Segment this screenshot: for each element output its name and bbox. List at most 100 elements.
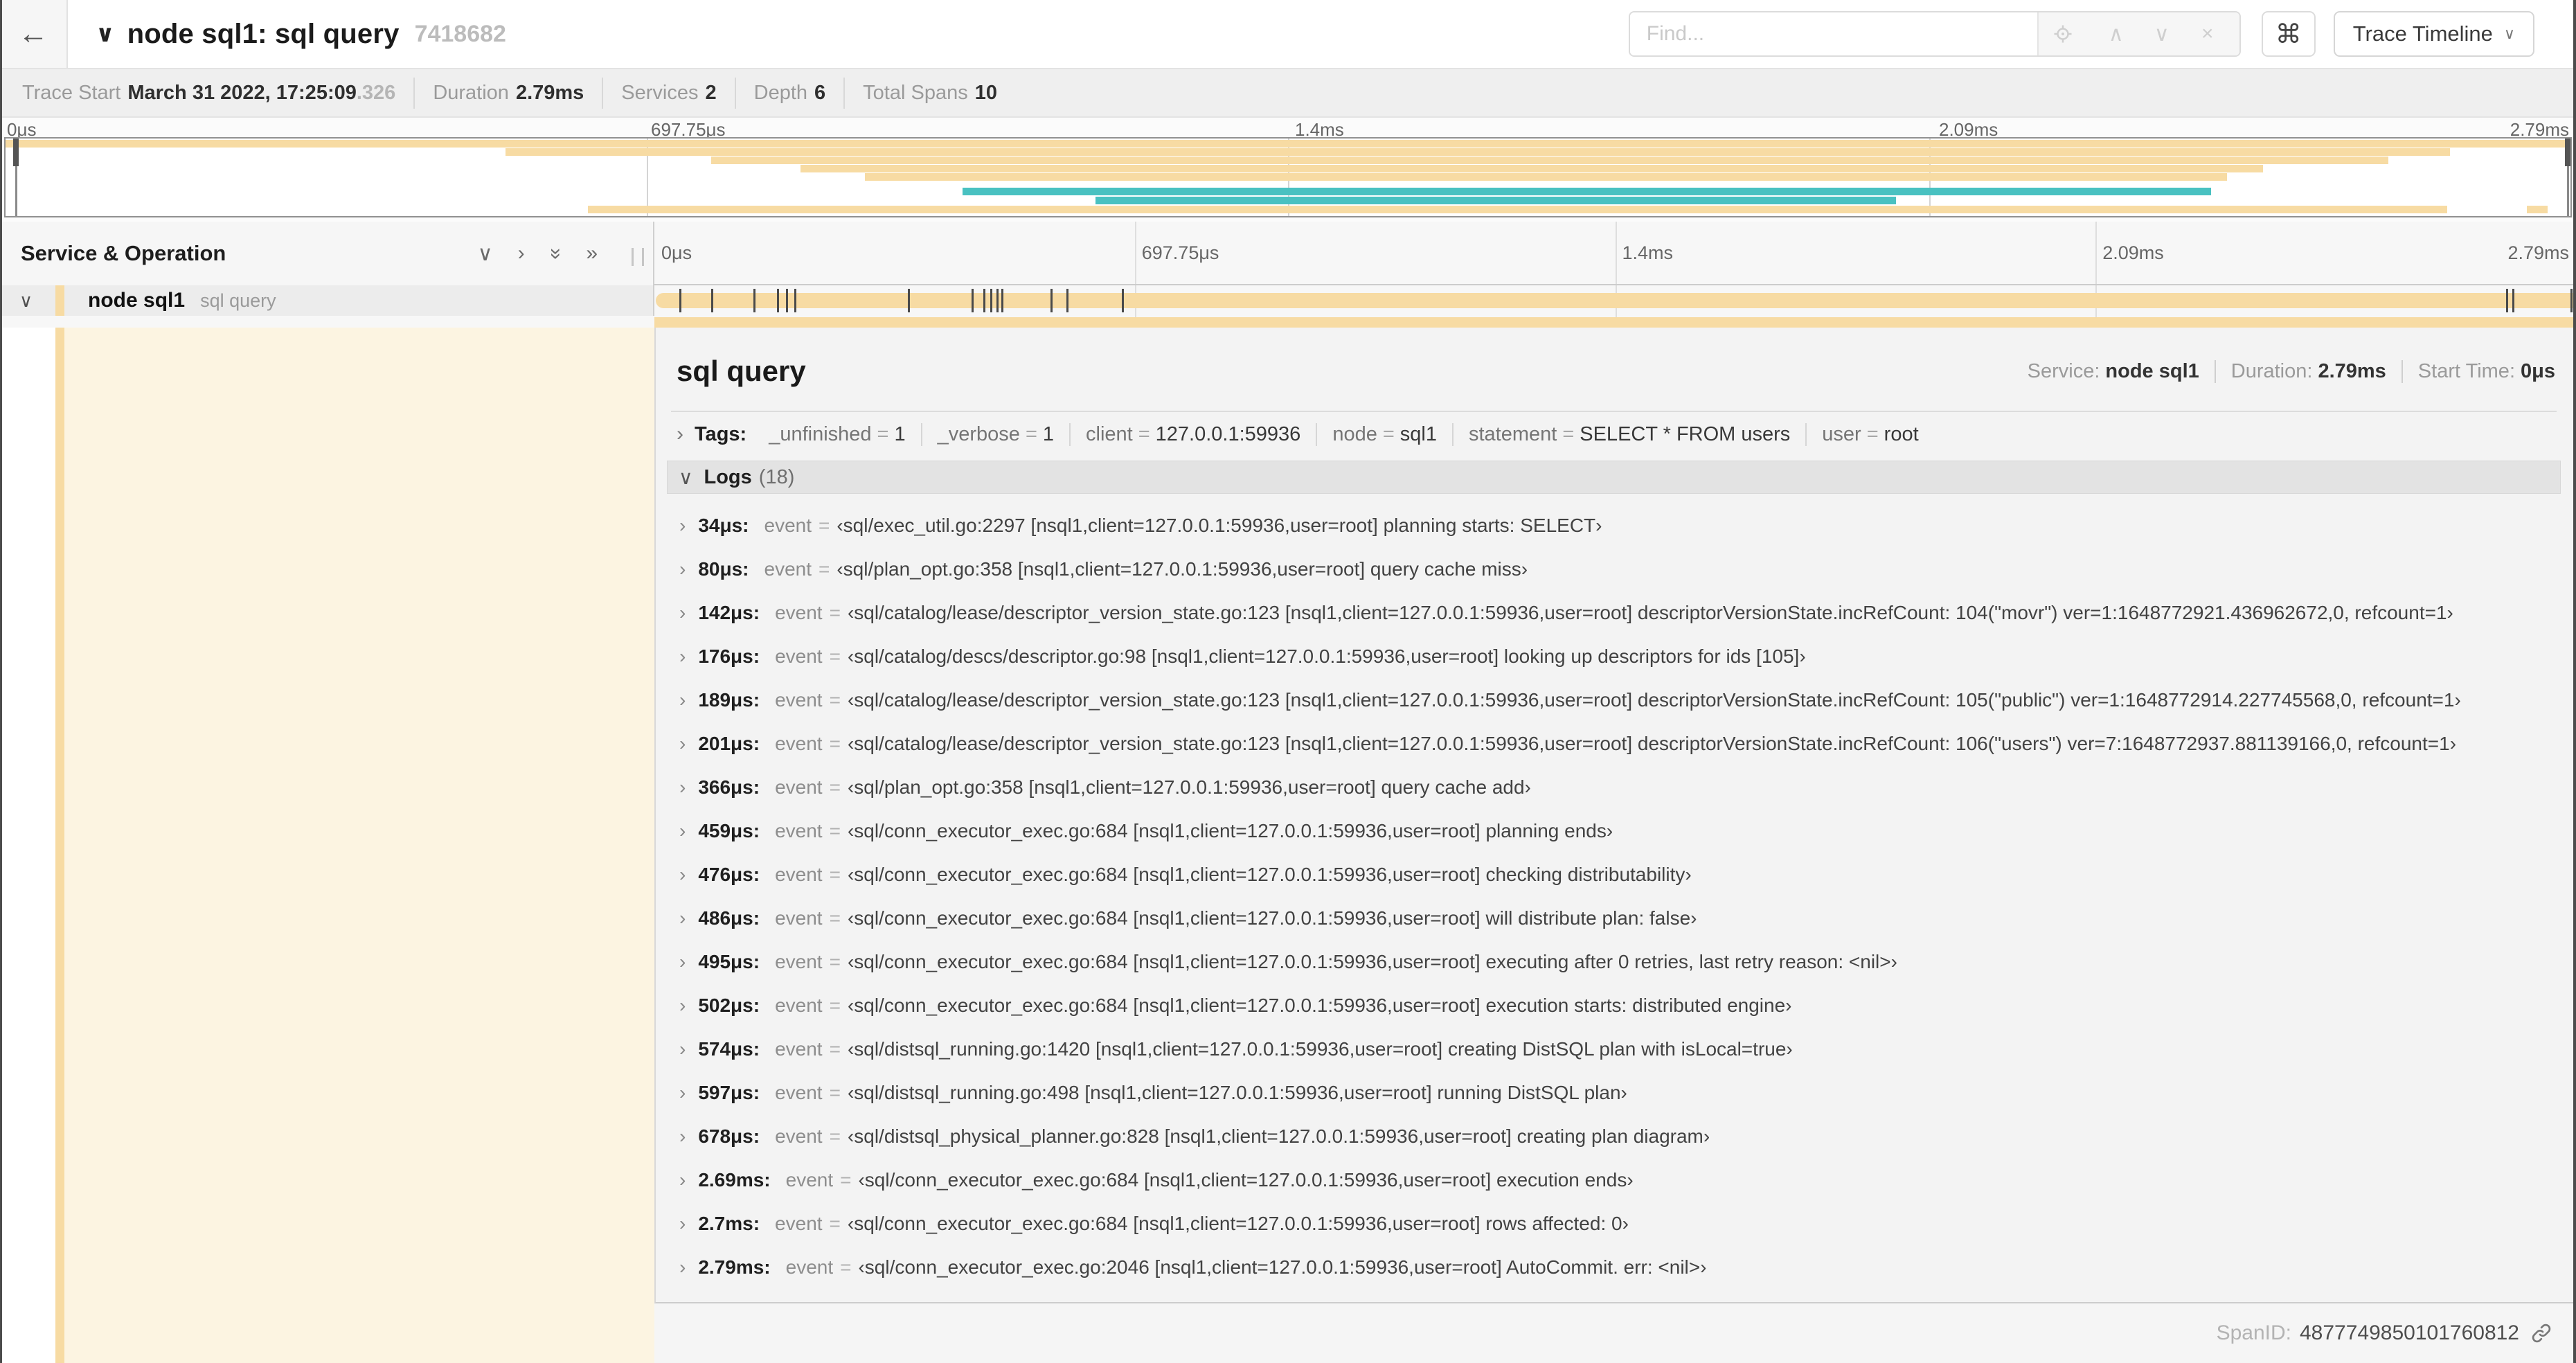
tag-value: 1 bbox=[1042, 422, 1055, 445]
window-right-scrollbar[interactable] bbox=[2573, 0, 2576, 1363]
find-clear-icon[interactable]: × bbox=[2190, 22, 2226, 46]
column-resizer-grip[interactable] bbox=[632, 248, 644, 266]
log-event-tick[interactable] bbox=[2570, 289, 2573, 312]
info-value: 10 bbox=[974, 81, 997, 104]
log-field-name: event bbox=[775, 645, 823, 667]
log-event-tick[interactable] bbox=[1122, 289, 1125, 312]
minimap-span-bar[interactable] bbox=[506, 148, 2450, 156]
trace-collapse-chevron-icon[interactable]: ∨ bbox=[96, 20, 115, 48]
log-timestamp: 2.79ms: bbox=[698, 1256, 771, 1278]
span-meta-item: Duration: 2.79ms bbox=[2214, 359, 2401, 383]
info-value-suffix: .326 bbox=[356, 81, 396, 104]
equals-sign: = bbox=[829, 1037, 841, 1060]
log-row[interactable]: › 80μs: event = ‹sql/plan_opt.go:358 [ns… bbox=[667, 547, 2561, 591]
log-rows: › 34μs: event = ‹sql/exec_util.go:2297 [… bbox=[667, 504, 2561, 1289]
span-duration-bar[interactable] bbox=[656, 289, 2575, 312]
collapse-all-icon[interactable]: » bbox=[543, 248, 567, 260]
log-event-tick[interactable] bbox=[785, 289, 788, 312]
log-event-tick[interactable] bbox=[1001, 289, 1003, 312]
log-row[interactable]: › 495μs: event = ‹sql/conn_executor_exec… bbox=[667, 940, 2561, 983]
log-row[interactable]: › 366μs: event = ‹sql/plan_opt.go:358 [n… bbox=[667, 765, 2561, 809]
log-event-tick[interactable] bbox=[996, 289, 999, 312]
log-row[interactable]: › 678μs: event = ‹sql/distsql_physical_p… bbox=[667, 1114, 2561, 1158]
log-timestamp: 495μs: bbox=[698, 950, 760, 972]
log-row[interactable]: › 476μs: event = ‹sql/conn_executor_exec… bbox=[667, 853, 2561, 896]
log-field-name: event bbox=[785, 1256, 834, 1278]
tag-item: _verbose = 1 bbox=[920, 422, 1069, 446]
span-detail-bar[interactable] bbox=[654, 317, 2576, 328]
deep-link-icon[interactable] bbox=[2530, 1322, 2552, 1344]
log-row[interactable]: › 34μs: event = ‹sql/exec_util.go:2297 [… bbox=[667, 504, 2561, 547]
log-event-tick[interactable] bbox=[2505, 289, 2508, 312]
minimap-span-bar[interactable] bbox=[962, 188, 2212, 195]
span-row-name-cell[interactable]: ∨ node sql1 sql query bbox=[0, 285, 654, 316]
log-event-tick[interactable] bbox=[1066, 289, 1068, 312]
log-row[interactable]: › 189μs: event = ‹sql/catalog/lease/desc… bbox=[667, 678, 2561, 722]
minimap-canvas[interactable] bbox=[4, 137, 2572, 217]
log-row[interactable]: › 597μs: event = ‹sql/distsql_running.go… bbox=[667, 1071, 2561, 1114]
log-timestamp: 34μs: bbox=[698, 514, 749, 536]
log-row[interactable]: › 459μs: event = ‹sql/conn_executor_exec… bbox=[667, 809, 2561, 853]
trace-info-item: Trace Start March 31 2022, 17:25:09.326 bbox=[4, 78, 413, 109]
minimap-span-bar[interactable] bbox=[710, 157, 2388, 164]
chevron-right-icon: › bbox=[679, 645, 686, 667]
log-row[interactable]: › 176μs: event = ‹sql/catalog/descs/desc… bbox=[667, 634, 2561, 678]
span-service-name: node sql1 bbox=[88, 289, 186, 312]
equals-sign: = bbox=[877, 422, 889, 445]
equals-sign: = bbox=[829, 645, 841, 667]
view-dropdown-button[interactable]: Trace Timeline ∨ bbox=[2333, 11, 2534, 57]
find-input[interactable] bbox=[1629, 12, 2037, 55]
log-event-tick[interactable] bbox=[2512, 289, 2515, 312]
log-field-value: ‹sql/conn_executor_exec.go:684 [nsql1,cl… bbox=[847, 950, 1897, 972]
log-row[interactable]: › 142μs: event = ‹sql/catalog/lease/desc… bbox=[667, 591, 2561, 634]
minimap-span-bar[interactable] bbox=[864, 173, 2227, 181]
span-color-stripe bbox=[55, 285, 64, 316]
log-event-tick[interactable] bbox=[753, 289, 756, 312]
log-event-tick[interactable] bbox=[907, 289, 910, 312]
viewport-left-handle[interactable] bbox=[13, 139, 19, 166]
equals-sign: = bbox=[1025, 422, 1037, 445]
log-field-value: ‹sql/conn_executor_exec.go:2046 [nsql1,c… bbox=[858, 1256, 1707, 1278]
find-prev-icon[interactable]: ∧ bbox=[2098, 22, 2134, 46]
log-row[interactable]: › 2.69ms: event = ‹sql/conn_executor_exe… bbox=[667, 1158, 2561, 1202]
minimap-span-bar[interactable] bbox=[1095, 197, 1896, 204]
log-event-tick[interactable] bbox=[1050, 289, 1053, 312]
chevron-down-icon: ∨ bbox=[2503, 25, 2515, 42]
span-row-timeline-cell[interactable] bbox=[654, 285, 2576, 316]
tag-item: user = root bbox=[1805, 422, 1933, 446]
log-event-tick[interactable] bbox=[794, 289, 796, 312]
find-next-icon[interactable]: ∨ bbox=[2144, 22, 2180, 46]
viewport-right-handle[interactable] bbox=[2565, 139, 2570, 166]
log-row[interactable]: › 2.7ms: event = ‹sql/conn_executor_exec… bbox=[667, 1202, 2561, 1245]
log-row[interactable]: › 2.79ms: event = ‹sql/conn_executor_exe… bbox=[667, 1245, 2561, 1289]
keyboard-shortcuts-button[interactable]: ⌘ bbox=[2261, 11, 2316, 57]
back-button[interactable]: ← bbox=[0, 0, 68, 68]
equals-sign: = bbox=[829, 907, 841, 929]
info-label: Total Spans bbox=[863, 81, 968, 104]
log-field-value: ‹sql/conn_executor_exec.go:684 [nsql1,cl… bbox=[847, 1212, 1629, 1234]
log-event-tick[interactable] bbox=[990, 289, 992, 312]
log-event-tick[interactable] bbox=[679, 289, 681, 312]
log-event-tick[interactable] bbox=[710, 289, 713, 312]
span-collapse-chevron-icon[interactable]: ∨ bbox=[19, 290, 33, 312]
tags-row[interactable]: › Tags: _unfinished = 1 _verbose = 1 client =… bbox=[667, 415, 2561, 454]
chevron-down-icon: ∨ bbox=[679, 466, 693, 488]
minimap-span-bar[interactable] bbox=[6, 140, 2570, 148]
log-row[interactable]: › 201μs: event = ‹sql/catalog/lease/desc… bbox=[667, 722, 2561, 765]
expand-all-icon[interactable]: » bbox=[586, 242, 598, 266]
minimap-span-bar[interactable] bbox=[800, 165, 2263, 172]
minimap-span-bar[interactable] bbox=[587, 206, 2448, 213]
log-row[interactable]: › 486μs: event = ‹sql/conn_executor_exec… bbox=[667, 896, 2561, 940]
columns-header: Service & Operation ∨ › » » 0μs 697.75μs 1… bbox=[0, 222, 2576, 285]
collapse-one-icon[interactable]: ∨ bbox=[478, 242, 493, 266]
match-target-icon[interactable] bbox=[2052, 24, 2088, 44]
log-event-tick[interactable] bbox=[983, 289, 985, 312]
log-field-value: ‹sql/catalog/lease/descriptor_version_st… bbox=[847, 732, 2457, 754]
log-event-tick[interactable] bbox=[971, 289, 974, 312]
expand-one-icon[interactable]: › bbox=[518, 242, 525, 266]
minimap-span-bar[interactable] bbox=[2527, 206, 2548, 213]
log-row[interactable]: › 502μs: event = ‹sql/conn_executor_exec… bbox=[667, 983, 2561, 1027]
log-event-tick[interactable] bbox=[776, 289, 779, 312]
log-row[interactable]: › 574μs: event = ‹sql/distsql_running.go… bbox=[667, 1027, 2561, 1071]
logs-section-header[interactable]: ∨ Logs (18) bbox=[667, 461, 2561, 494]
